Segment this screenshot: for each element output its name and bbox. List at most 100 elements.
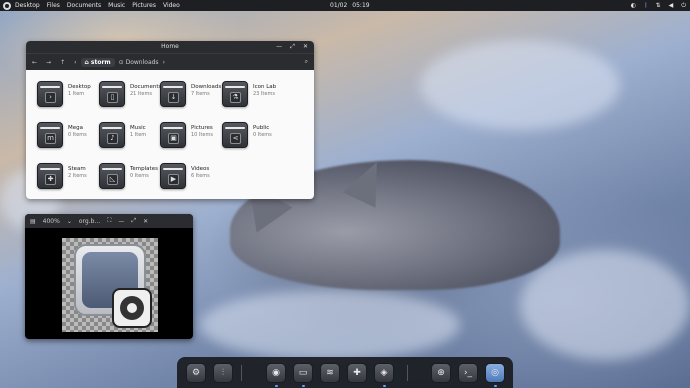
folder-count: 6 Items — [191, 173, 210, 179]
folder-name: Desktop — [68, 84, 91, 90]
folder-count: 0 Items — [68, 132, 87, 138]
folder-icon: › — [37, 81, 63, 107]
image-viewer-window: ▤ 400% ⌄ org.b... ⛶ — ⤢ ✕ — [25, 214, 193, 339]
folder-count: 1 Item — [68, 91, 85, 97]
folder-icon: ⋖ — [222, 122, 248, 148]
close-icon[interactable]: ✕ — [143, 218, 148, 225]
minimize-icon[interactable]: — — [276, 41, 282, 53]
close-icon[interactable]: ✕ — [303, 41, 308, 53]
image-icon: ▣ — [168, 133, 179, 144]
chrome-app-icon[interactable]: ◉ — [266, 363, 286, 383]
running-indicator — [383, 385, 386, 387]
folder-icon: ◺ — [99, 163, 125, 189]
network-icon[interactable]: ⇅ — [656, 1, 661, 10]
clock-time: 05:19 — [352, 2, 370, 9]
power-icon[interactable]: ⏻ — [681, 1, 686, 10]
folder-icon-lab[interactable]: ⚗ Icon Lab 23 Items — [222, 81, 284, 111]
menu-item-documents[interactable]: Documents — [67, 2, 101, 9]
folder-name: Public — [253, 125, 270, 131]
folder-public[interactable]: ⋖ Public 0 Items — [222, 122, 284, 152]
menu-item-files[interactable]: Files — [47, 2, 60, 9]
folder-icon: ▶ — [160, 163, 186, 189]
gear-icon — [112, 288, 152, 328]
menu-item-video[interactable]: Video — [163, 2, 180, 9]
stack-app-icon[interactable]: ◈ — [374, 363, 394, 383]
image-filename: org.b... — [78, 217, 101, 225]
maximize-icon[interactable]: ⤢ — [131, 217, 136, 225]
folder-count: 0 Items — [130, 173, 149, 179]
terminal-icon: › — [45, 92, 56, 103]
chevron-right-icon[interactable]: › — [163, 59, 165, 66]
folder-name: Documents — [130, 84, 162, 90]
folder-downloads[interactable]: ↓ Downloads 7 Items — [160, 81, 222, 111]
gamepad-icon: ✚ — [45, 174, 56, 185]
download-icon: ↓ — [168, 92, 179, 103]
folder-name: Mega — [68, 125, 83, 131]
terminal-app-icon[interactable]: ›_ — [458, 363, 478, 383]
system-tray: ◐ ᛒ ⇅ ◀ ⏻ — [631, 1, 686, 10]
up-icon[interactable]: ↑ — [60, 59, 65, 66]
launcher-icon[interactable] — [3, 1, 11, 10]
breadcrumb-downloads-label: Downloads — [125, 58, 159, 66]
dock-separator — [407, 365, 408, 381]
eye-app-icon[interactable]: ◎ — [485, 363, 505, 383]
folder-desktop[interactable]: › Desktop 1 Item — [37, 81, 99, 111]
file-manager-toolbar: ← → ↑ ‹ ⌂ storm ⊙ Downloads › ⌕ — [26, 53, 314, 70]
folder-name: Pictures — [191, 125, 213, 131]
folder-pictures[interactable]: ▣ Pictures 10 Items — [160, 122, 222, 152]
folder-icon: ↓ — [160, 81, 186, 107]
template-icon: ◺ — [107, 174, 118, 185]
notification-icon[interactable]: ◐ — [631, 1, 636, 10]
forward-icon[interactable]: → — [46, 59, 51, 66]
folder-mega[interactable]: m Mega 0 Items — [37, 122, 99, 152]
file-manager-window: Home — ⤢ ✕ ← → ↑ ‹ ⌂ storm ⊙ Downloads ›… — [26, 41, 314, 199]
clock[interactable]: 01/02 05:19 — [330, 2, 370, 9]
podcast-app-icon[interactable]: ≋ — [320, 363, 340, 383]
places-menu: Desktop Files Documents Music Pictures V… — [15, 2, 180, 9]
back-icon[interactable]: ← — [32, 59, 37, 66]
folder-music[interactable]: ♪ Music 1 Item — [99, 122, 161, 152]
folder-count: 21 Items — [130, 91, 152, 97]
volume-icon[interactable]: ◀ — [669, 1, 674, 10]
bluetooth-icon[interactable]: ᛒ — [644, 1, 648, 10]
folder-icon: ✚ — [37, 163, 63, 189]
settings-app-icon[interactable]: ⚙ — [186, 363, 206, 383]
menu-item-music[interactable]: Music — [108, 2, 125, 9]
folder-count: 23 Items — [253, 91, 275, 97]
folder-documents[interactable]: ▯ Documents 21 Items — [99, 81, 161, 111]
folder-videos[interactable]: ▶ Videos 6 Items — [160, 163, 222, 193]
folder-icon: ▣ — [160, 122, 186, 148]
chevron-down-icon[interactable]: ⌄ — [67, 218, 72, 225]
dock: ⚙ ⫶ ◉ ▭ ≋ ✚ ◈ ⊕ ›_ ◎ — [177, 357, 513, 388]
menu-item-desktop[interactable]: Desktop — [15, 2, 40, 9]
folder-count: 7 Items — [191, 91, 210, 97]
minimize-icon[interactable]: — — [118, 218, 124, 225]
breadcrumb-home[interactable]: ⌂ storm — [80, 57, 115, 67]
installer-app-icon[interactable]: ⊕ — [431, 363, 451, 383]
maximize-icon[interactable]: ⤢ — [290, 41, 295, 53]
folder-icon: m — [37, 122, 63, 148]
breadcrumb-downloads[interactable]: ⊙ Downloads — [119, 59, 159, 66]
sidebar-toggle-icon[interactable]: ▤ — [30, 218, 36, 225]
document-icon: ▯ — [107, 92, 118, 103]
image-viewer-toolbar[interactable]: ▤ 400% ⌄ org.b... ⛶ — ⤢ ✕ — [25, 214, 193, 228]
zoom-level[interactable]: 400% — [43, 218, 60, 225]
menu-item-pictures[interactable]: Pictures — [132, 2, 156, 9]
folder-name: Music — [130, 125, 146, 131]
folder-name: Downloads — [191, 84, 222, 90]
clock-date: 01/02 — [330, 2, 348, 9]
window-titlebar[interactable]: Home — ⤢ ✕ — [26, 41, 314, 53]
folder-count: 1 Item — [130, 132, 147, 138]
fullscreen-icon[interactable]: ⛶ — [107, 217, 111, 225]
search-icon[interactable]: ⌕ — [305, 58, 308, 66]
share-icon: ⋖ — [230, 133, 241, 144]
folder-templates[interactable]: ◺ Templates 0 Items — [99, 163, 161, 193]
chevron-left-icon[interactable]: ‹ — [74, 59, 76, 66]
game-app-icon[interactable]: ✚ — [347, 363, 367, 383]
top-panel: Desktop Files Documents Music Pictures V… — [0, 0, 690, 11]
folder-steam[interactable]: ✚ Steam 2 Items — [37, 163, 99, 193]
mixer-app-icon[interactable]: ⫶ — [213, 363, 233, 383]
music-icon: ♪ — [107, 133, 118, 144]
files-app-icon[interactable]: ▭ — [293, 363, 313, 383]
folder-icon: ⚗ — [222, 81, 248, 107]
